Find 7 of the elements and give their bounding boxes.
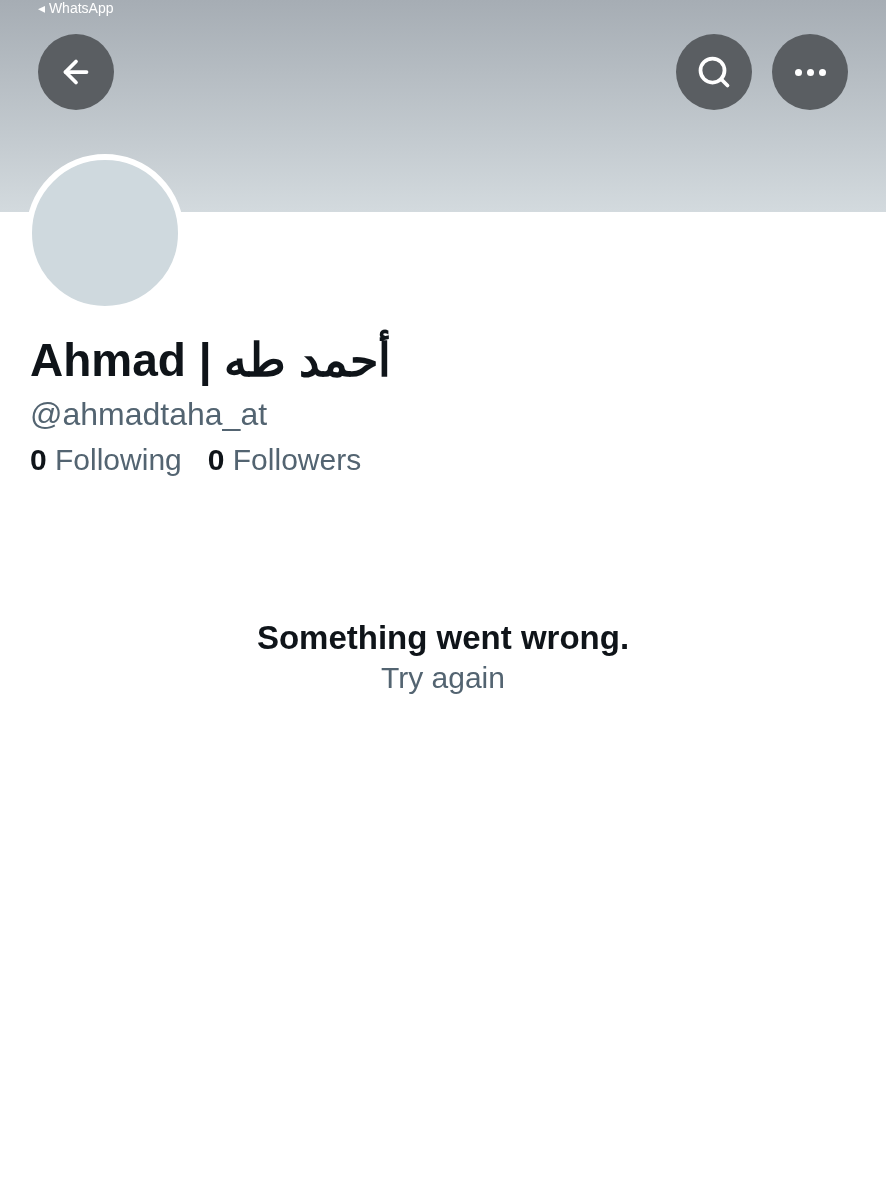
try-again-link[interactable]: Try again bbox=[381, 658, 505, 698]
error-message: Something went wrong. bbox=[256, 618, 630, 658]
more-icon bbox=[794, 68, 826, 76]
search-icon bbox=[696, 54, 732, 90]
follow-count[interactable]: 0 Following bbox=[30, 440, 182, 480]
username: @ahmadtaha_at bbox=[30, 395, 269, 434]
follow-count[interactable]: 0 Followers bbox=[207, 440, 362, 480]
